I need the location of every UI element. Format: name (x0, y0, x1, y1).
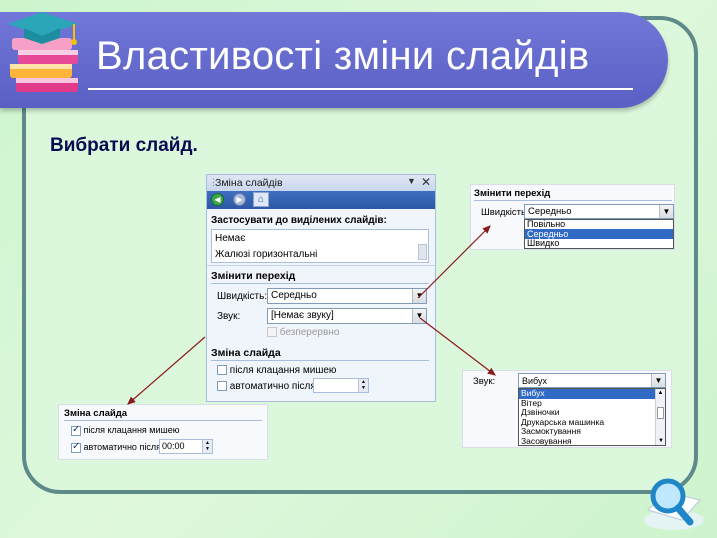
speed-popup: Змінити перехід Швидкість: Середньо ▼ По… (470, 184, 675, 250)
popup-advance-header: Зміна слайда (64, 408, 128, 419)
speed-label: Швидкість: (217, 291, 268, 302)
sound-value: [Немає звуку] (271, 310, 334, 321)
popup-auto-checkbox[interactable]: автоматично після (71, 441, 161, 453)
auto-label: автоматично після (229, 381, 316, 392)
list-item[interactable]: Жалюзі горизонтальні (215, 249, 317, 260)
advance-rule (211, 360, 429, 361)
scroll-down-icon[interactable]: ▼ (656, 437, 666, 445)
transition-list[interactable]: Немає Жалюзі горизонтальні (211, 229, 429, 263)
speed-value: Середньо (271, 290, 317, 301)
slide-title: Властивості зміни слайдів (96, 34, 590, 78)
chevron-down-icon[interactable]: ▼ (659, 205, 673, 218)
sound-options-list: Вибух Вітер Дзвіночки Друкарська машинка… (518, 388, 666, 446)
auto-checkbox[interactable]: автоматично після (217, 381, 316, 392)
slide-background: Властивості зміни слайдів Вибрати слайд.… (0, 0, 717, 538)
back-icon[interactable]: ◀ (211, 193, 224, 206)
speed-dropdown[interactable]: Середньо ▼ (267, 288, 427, 304)
advance-header: Зміна слайда (211, 347, 281, 359)
modify-rule (211, 283, 429, 284)
books-icon (8, 12, 78, 92)
checkbox-box[interactable] (217, 365, 227, 376)
popup-speed-value: Середньо (528, 206, 572, 217)
popup-speed-dropdown[interactable]: Середньо ▼ (524, 204, 674, 219)
popup-auto-time-field[interactable]: 00:00 ▲ ▼ (159, 439, 213, 454)
popup-on-click-checkbox[interactable]: після клацання мишею (71, 424, 180, 436)
popup-sound-value: Вибух (522, 376, 547, 386)
popup-speed-label: Швидкість: (481, 207, 529, 218)
sound-label: Звук: (217, 311, 241, 322)
sound-list-scrollbar[interactable]: ▲ ▼ (655, 389, 665, 445)
spinner-icon[interactable]: ▲ ▼ (358, 379, 368, 392)
chevron-down-icon[interactable]: ▼ (412, 309, 426, 323)
pane-header: ⋮ Зміна слайдів ▼ ✕ (207, 175, 435, 191)
title-underline (88, 88, 633, 90)
loop-checkbox[interactable]: безперервно (267, 327, 339, 338)
popup-auto-time-value: 00:00 (162, 441, 185, 451)
apply-header: Застосувати до виділених слайдів: (211, 215, 387, 226)
popup-sound-label: Звук: (473, 376, 496, 387)
popup-sound-dropdown[interactable]: Вибух ▼ (518, 373, 666, 388)
scroll-up-icon[interactable]: ▲ (656, 389, 665, 397)
magnifier-icon (644, 478, 704, 530)
sound-option[interactable]: Засовування (519, 436, 665, 447)
popup-on-click-label: після клацання мишею (83, 425, 180, 435)
sound-popup: Звук: Вибух ▼ Вибух Вітер Дзвіночки Друк… (462, 370, 672, 448)
popup-advance-rule (64, 420, 262, 421)
forward-icon[interactable]: ▶ (233, 193, 246, 206)
chevron-down-icon[interactable]: ▼ (412, 289, 426, 303)
auto-time-field[interactable]: ▲ ▼ (313, 378, 369, 393)
advance-popup: Зміна слайда після клацання мишею автома… (58, 404, 268, 460)
popup-modify-header: Змінити перехід (474, 188, 551, 199)
loop-label: безперервно (279, 327, 340, 338)
checkbox-box[interactable] (71, 441, 81, 453)
speed-option[interactable]: Швидко (525, 239, 673, 248)
pane-title: Зміна слайдів (215, 177, 283, 189)
pane-close-icon[interactable]: ✕ (421, 175, 431, 189)
on-click-label: після клацання мишею (229, 365, 337, 376)
checkbox-box[interactable] (217, 381, 227, 392)
checkbox-box[interactable] (71, 424, 81, 436)
section-divider (207, 265, 435, 266)
chevron-down-icon[interactable]: ▼ (651, 374, 665, 387)
home-icon[interactable]: ⌂ (253, 192, 269, 207)
sound-dropdown[interactable]: [Немає звуку] ▼ (267, 308, 427, 324)
pane-menu-icon[interactable]: ▼ (407, 176, 416, 186)
title-bar: Властивості зміни слайдів (0, 12, 668, 108)
on-click-checkbox[interactable]: після клацання мишею (217, 365, 336, 376)
modify-header: Змінити перехід (211, 270, 296, 282)
instruction-text: Вибрати слайд. (50, 135, 198, 156)
scroll-thumb[interactable] (657, 407, 664, 419)
list-scrollbar[interactable] (418, 244, 427, 260)
popup-modify-rule (474, 200, 672, 201)
pane-toolbar: ◀ ▶ ⌂ (207, 191, 435, 209)
list-item[interactable]: Немає (215, 233, 245, 244)
slide-transition-pane: ⋮ Зміна слайдів ▼ ✕ ◀ ▶ ⌂ Застосувати до… (206, 174, 436, 402)
popup-auto-label: автоматично після (83, 442, 161, 452)
speed-option[interactable]: Повільно (525, 220, 673, 229)
checkbox-box[interactable] (267, 327, 277, 338)
spinner-icon[interactable]: ▲ ▼ (202, 440, 212, 453)
speed-options-list: Повільно Середньо Швидко (524, 219, 674, 249)
